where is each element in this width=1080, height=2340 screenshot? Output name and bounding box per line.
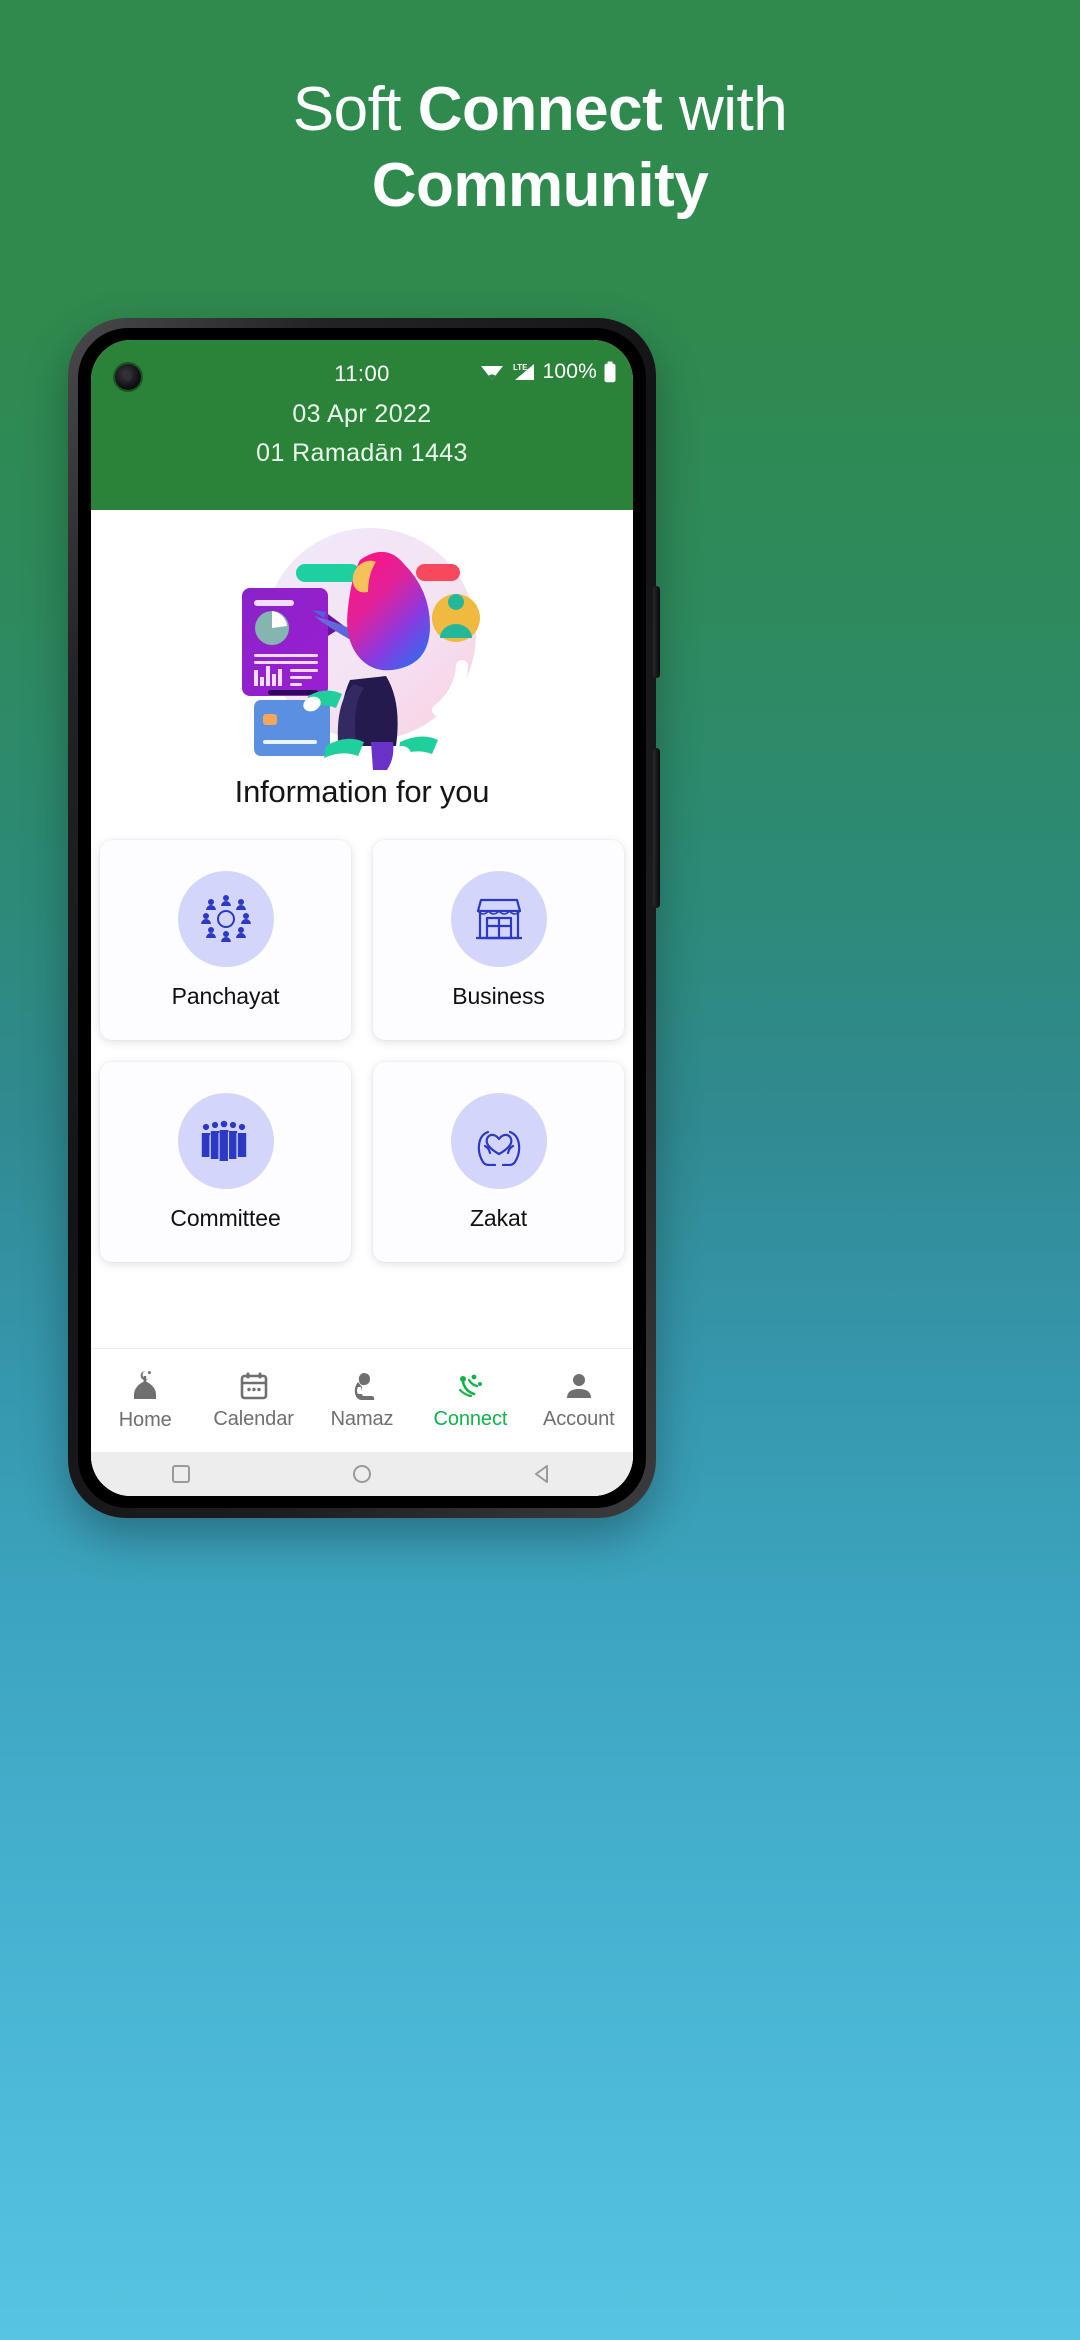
praying-person-icon xyxy=(354,1373,375,1400)
nav-item-namaz[interactable]: Namaz xyxy=(308,1370,416,1431)
date-block: 03 Apr 2022 01 Ramadān 1443 xyxy=(91,400,633,468)
front-camera-punch-hole-icon xyxy=(115,364,141,390)
nav-label: Account xyxy=(543,1408,615,1430)
card-label: Zakat xyxy=(469,1204,528,1231)
card-icon-circle xyxy=(177,870,274,967)
nav-label: Home xyxy=(118,1409,172,1431)
woman-with-documents-illustration xyxy=(242,528,480,770)
app-header: 11:00 LTE 100% 03 Apr 2022 01 Ramadān 14… xyxy=(91,340,633,510)
phone-mockup: 11:00 LTE 100% 03 Apr 2022 01 Ramadān 14… xyxy=(68,318,660,1518)
card-icon-circle xyxy=(450,1092,547,1189)
nav-item-home[interactable]: Home xyxy=(91,1369,199,1432)
card-icon-circle xyxy=(450,870,547,967)
signal-bars-icon: LTE xyxy=(513,363,535,380)
card-icon-circle xyxy=(177,1092,274,1189)
card-label: Committee xyxy=(170,1204,281,1231)
promo-headline-line-2: Community xyxy=(371,151,709,220)
android-recents-square-icon[interactable] xyxy=(170,1463,192,1485)
promo-screenshot-stage: Soft Connect with Community 11:00 LTE 10… xyxy=(0,0,1080,2340)
nav-label: Namaz xyxy=(330,1408,394,1430)
card-panchayat[interactable]: Panchayat xyxy=(100,840,351,1040)
battery-percent-label: 100% xyxy=(542,360,597,383)
status-bar: 11:00 LTE 100% xyxy=(91,354,633,394)
android-system-bar xyxy=(91,1452,633,1496)
status-bar-indicators: LTE 100% xyxy=(480,360,617,384)
mosque-dome-crescent-icon xyxy=(134,1371,157,1399)
card-label: Business xyxy=(452,982,545,1009)
phone-screen: 11:00 LTE 100% 03 Apr 2022 01 Ramadān 14… xyxy=(91,340,633,1496)
nav-label: Connect xyxy=(433,1408,508,1430)
bottom-navigation-bar: Home Calendar Namaz Connect Account xyxy=(91,1348,633,1452)
promo-headline-prefix: Soft xyxy=(292,75,418,144)
people-row-group-icon xyxy=(201,1120,246,1161)
battery-full-icon xyxy=(604,361,616,383)
nav-label: Calendar xyxy=(213,1408,294,1430)
card-label: Panchayat xyxy=(171,982,280,1009)
calendar-icon xyxy=(240,1372,267,1400)
promo-headline: Soft Connect with Community xyxy=(0,72,1080,224)
nav-item-connect[interactable]: Connect xyxy=(416,1370,524,1431)
info-card-grid: Panchayat Business Committee Zakat xyxy=(91,840,633,1262)
section-title: Information for you xyxy=(234,774,490,809)
promo-headline-suffix: with xyxy=(662,75,788,144)
connect-signal-icon xyxy=(459,1374,483,1398)
nav-item-calendar[interactable]: Calendar xyxy=(199,1370,307,1431)
hands-holding-heart-icon xyxy=(477,1130,520,1166)
card-committee[interactable]: Committee xyxy=(100,1062,351,1262)
people-circle-group-icon xyxy=(200,894,251,942)
status-bar-clock: 11:00 xyxy=(334,361,390,386)
card-business[interactable]: Business xyxy=(373,840,624,1040)
nav-item-account[interactable]: Account xyxy=(525,1370,633,1431)
gregorian-date: 03 Apr 2022 xyxy=(292,400,432,428)
promo-headline-emphasis: Connect xyxy=(417,75,663,144)
card-zakat[interactable]: Zakat xyxy=(373,1062,624,1262)
volume-button[interactable] xyxy=(653,748,660,908)
app-content: Information for you Panchayat Business C… xyxy=(91,510,633,1496)
android-back-triangle-icon[interactable] xyxy=(532,1463,554,1485)
wifi-icon xyxy=(481,366,504,380)
android-home-circle-icon[interactable] xyxy=(351,1463,373,1485)
hijri-date: 01 Ramadān 1443 xyxy=(256,439,468,467)
person-account-icon xyxy=(566,1374,591,1398)
power-button[interactable] xyxy=(653,586,660,678)
storefront-shop-icon xyxy=(475,898,522,939)
hero-illustration xyxy=(91,514,633,772)
svg-text:LTE: LTE xyxy=(513,363,528,372)
promo-headline-line-1: Soft Connect with xyxy=(0,72,1080,148)
